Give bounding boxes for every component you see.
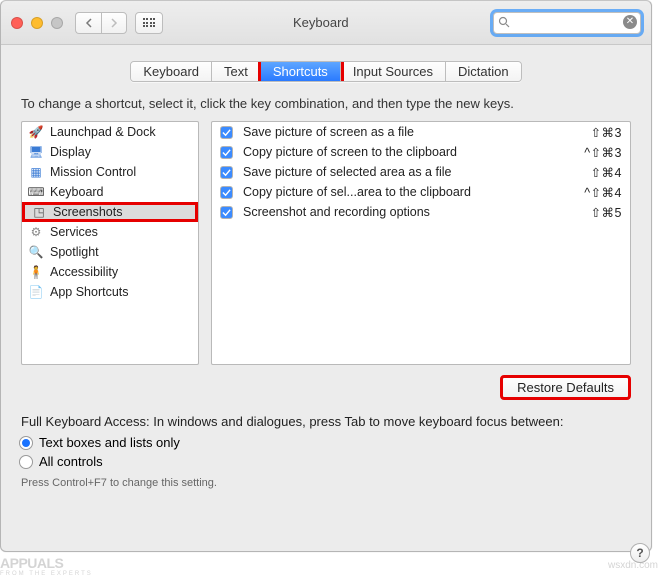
- shortcut-list[interactable]: Save picture of screen as a file ⇧⌘3 Copy …: [211, 121, 631, 365]
- screenshots-icon: ◳: [31, 205, 47, 219]
- category-accessibility[interactable]: 🧍 Accessibility: [22, 262, 198, 282]
- panes: 🚀 Launchpad & Dock 🖥 Display ▦ Mission Contro…: [1, 121, 651, 365]
- keyboard-icon: ⌨: [28, 185, 44, 199]
- category-label: Display: [50, 145, 91, 159]
- tab-text[interactable]: Text: [212, 62, 261, 81]
- fka-option-1[interactable]: All controls: [19, 452, 651, 471]
- tab-keyboard[interactable]: Keyboard: [131, 62, 212, 81]
- tab-bar: KeyboardTextShortcutsInput SourcesDictat…: [1, 45, 651, 92]
- shortcut-label: Save picture of screen as a file: [243, 125, 581, 139]
- shortcut-row[interactable]: Copy picture of screen to the clipboard ^…: [212, 142, 630, 162]
- category-spotlight[interactable]: 🔍 Spotlight: [22, 242, 198, 262]
- restore-defaults-button[interactable]: Restore Defaults: [500, 375, 631, 400]
- tab-shortcuts[interactable]: Shortcuts: [261, 62, 341, 81]
- shortcut-checkbox[interactable]: [220, 126, 233, 139]
- shortcut-checkbox[interactable]: [220, 206, 233, 219]
- back-button[interactable]: [75, 12, 101, 34]
- shortcut-checkbox[interactable]: [220, 166, 233, 179]
- category-keyboard[interactable]: ⌨ Keyboard: [22, 182, 198, 202]
- category-label: Services: [50, 225, 98, 239]
- search-icon: [498, 16, 510, 31]
- display-icon: 🖥: [28, 145, 44, 159]
- mission-control-icon: ▦: [28, 165, 44, 179]
- radio-icon: [19, 455, 33, 469]
- show-all-button[interactable]: [135, 12, 163, 34]
- services-icon: ⚙: [28, 225, 44, 239]
- shortcut-row[interactable]: Save picture of screen as a file ⇧⌘3: [212, 122, 630, 142]
- shortcut-label: Screenshot and recording options: [243, 205, 581, 219]
- shortcut-label: Copy picture of screen to the clipboard: [243, 145, 574, 159]
- category-launchpad-dock[interactable]: 🚀 Launchpad & Dock: [22, 122, 198, 142]
- category-label: Mission Control: [50, 165, 136, 179]
- restore-wrap: Restore Defaults: [1, 365, 651, 400]
- fka-option-label: All controls: [39, 454, 103, 469]
- instruction-text: To change a shortcut, select it, click t…: [1, 92, 651, 121]
- category-app-shortcuts[interactable]: 📄 App Shortcuts: [22, 282, 198, 302]
- preferences-window: Keyboard ✕ KeyboardTextShortcutsInput So…: [0, 0, 652, 552]
- credit-watermark: wsxdn.com: [608, 560, 658, 571]
- app-shortcuts-icon: 📄: [28, 285, 44, 299]
- category-label: Accessibility: [50, 265, 118, 279]
- shortcut-keys[interactable]: ^⇧⌘4: [584, 185, 622, 200]
- category-label: Spotlight: [50, 245, 99, 259]
- category-label: App Shortcuts: [50, 285, 129, 299]
- radio-icon: [19, 436, 33, 450]
- shortcut-label: Copy picture of sel...area to the clipbo…: [243, 185, 574, 199]
- shortcut-row[interactable]: Save picture of selected area as a file ⇧…: [212, 162, 630, 182]
- brand-watermark: APPUALS FROM THE EXPERTS: [0, 555, 93, 577]
- category-label: Launchpad & Dock: [50, 125, 156, 139]
- full-keyboard-access-options: Text boxes and lists only All controls: [1, 429, 651, 471]
- shortcut-row[interactable]: Copy picture of sel...area to the clipbo…: [212, 182, 630, 202]
- window-controls: [11, 17, 63, 29]
- close-window-button[interactable]: [11, 17, 23, 29]
- category-screenshots[interactable]: ◳ Screenshots: [22, 202, 198, 222]
- shortcut-label: Save picture of selected area as a file: [243, 165, 581, 179]
- window-title: Keyboard: [293, 15, 353, 30]
- launchpad-icon: 🚀: [28, 125, 44, 139]
- category-label: Screenshots: [53, 205, 122, 219]
- shortcut-row[interactable]: Screenshot and recording options ⇧⌘5: [212, 202, 630, 222]
- shortcut-keys[interactable]: ⇧⌘4: [591, 165, 622, 180]
- search-field-wrap: ✕: [493, 12, 641, 34]
- full-keyboard-access-label: Full Keyboard Access: In windows and dia…: [1, 400, 651, 429]
- shortcut-keys[interactable]: ^⇧⌘3: [584, 145, 622, 160]
- nav-buttons: [75, 12, 127, 34]
- titlebar: Keyboard ✕: [1, 1, 651, 45]
- search-input[interactable]: [493, 12, 641, 34]
- tab-input-sources[interactable]: Input Sources: [341, 62, 446, 81]
- shortcut-keys[interactable]: ⇧⌘3: [591, 125, 622, 140]
- accessibility-icon: 🧍: [28, 265, 44, 279]
- category-services[interactable]: ⚙ Services: [22, 222, 198, 242]
- clear-search-button[interactable]: ✕: [623, 15, 637, 29]
- category-display[interactable]: 🖥 Display: [22, 142, 198, 162]
- fka-hint: Press Control+F7 to change this setting.: [1, 471, 651, 489]
- shortcut-checkbox[interactable]: [220, 186, 233, 199]
- forward-button[interactable]: [101, 12, 127, 34]
- shortcut-checkbox[interactable]: [220, 146, 233, 159]
- tab-dictation[interactable]: Dictation: [446, 62, 521, 81]
- category-list[interactable]: 🚀 Launchpad & Dock 🖥 Display ▦ Mission Contro…: [21, 121, 199, 365]
- minimize-window-button[interactable]: [31, 17, 43, 29]
- category-mission-control[interactable]: ▦ Mission Control: [22, 162, 198, 182]
- fka-option-0[interactable]: Text boxes and lists only: [19, 433, 651, 452]
- zoom-window-button[interactable]: [51, 17, 63, 29]
- shortcut-keys[interactable]: ⇧⌘5: [591, 205, 622, 220]
- fka-option-label: Text boxes and lists only: [39, 435, 180, 450]
- category-label: Keyboard: [50, 185, 104, 199]
- spotlight-icon: 🔍: [28, 245, 44, 259]
